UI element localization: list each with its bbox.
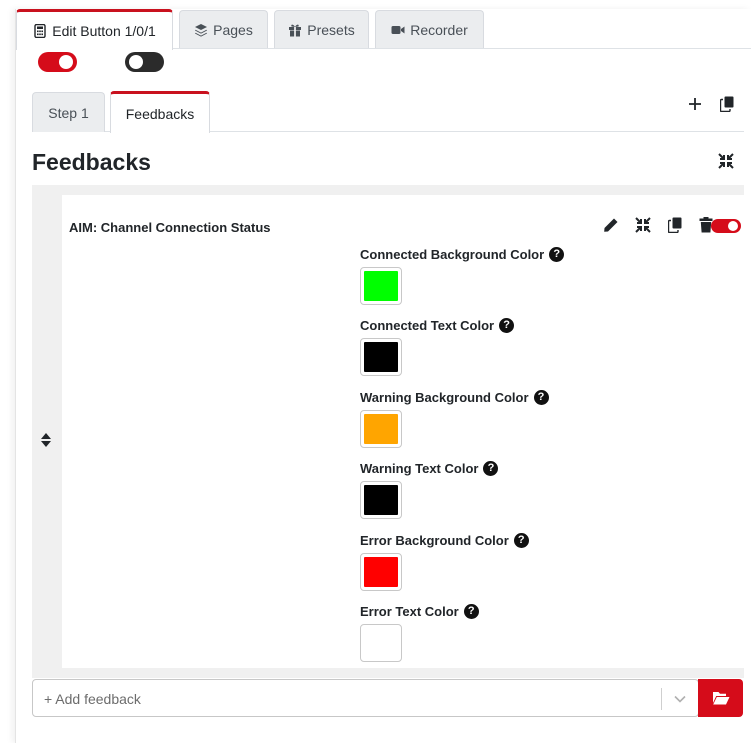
feedback-item: AIM: Channel Connection Status Connected… <box>62 195 744 668</box>
sort-icon[interactable] <box>40 432 52 448</box>
button-latch-toggle[interactable] <box>125 52 164 72</box>
video-camera-icon <box>391 25 405 34</box>
tab-pages-label: Pages <box>213 21 253 38</box>
collapse-all-button[interactable] <box>718 153 734 169</box>
tab-feedbacks[interactable]: Feedbacks <box>110 91 210 133</box>
field-connected-text-color: Connected Text Color? <box>360 317 515 376</box>
compress-icon <box>635 217 651 233</box>
add-feedback-placeholder: + Add feedback <box>44 691 141 707</box>
tab-recorder[interactable]: Recorder <box>375 10 484 48</box>
calculator-icon <box>34 24 46 38</box>
select-divider <box>661 688 662 710</box>
color-swatch <box>364 342 398 372</box>
tab-edit-button[interactable]: Edit Button 1/0/1 <box>16 9 173 50</box>
help-icon[interactable]: ? <box>463 603 479 619</box>
help-icon[interactable]: ? <box>499 317 515 333</box>
color-picker[interactable] <box>360 624 402 662</box>
field-error-background-color: Error Background Color? <box>360 532 529 591</box>
top-tab-bar: Edit Button 1/0/1 Pages Presets Recorder <box>16 9 751 50</box>
toggle-knob <box>129 55 143 69</box>
compress-icon <box>718 153 734 169</box>
tab-edit-button-label: Edit Button 1/0/1 <box>52 23 156 39</box>
copy-icon <box>668 217 682 233</box>
add-step-button[interactable] <box>688 97 702 111</box>
tab-step-1-label: Step 1 <box>48 104 89 121</box>
color-picker[interactable] <box>360 267 402 305</box>
field-warning-text-color: Warning Text Color? <box>360 460 499 519</box>
layers-icon <box>195 23 208 37</box>
color-picker[interactable] <box>360 481 402 519</box>
toggle-knob <box>728 221 738 231</box>
duplicate-step-button[interactable] <box>720 96 734 112</box>
edit-feedback-button[interactable] <box>603 217 619 233</box>
duplicate-feedback-button[interactable] <box>668 217 682 233</box>
field-label: Connected Background Color <box>360 246 545 262</box>
color-swatch <box>364 271 398 301</box>
field-label: Error Text Color <box>360 603 459 619</box>
tab-pages[interactable]: Pages <box>179 10 268 48</box>
field-label: Warning Background Color <box>360 389 529 405</box>
color-picker[interactable] <box>360 410 402 448</box>
step-tab-bar: Step 1 Feedbacks <box>32 91 744 133</box>
help-icon[interactable]: ? <box>513 532 529 548</box>
plus-icon <box>689 98 701 110</box>
help-icon[interactable]: ? <box>549 246 565 262</box>
color-swatch <box>364 628 398 658</box>
tab-presets-label: Presets <box>307 21 355 38</box>
field-connected-background-color: Connected Background Color? <box>360 246 565 305</box>
help-icon[interactable]: ? <box>533 389 549 405</box>
button-enabled-toggle[interactable] <box>38 52 77 72</box>
tab-recorder-label: Recorder <box>410 21 468 38</box>
button-editor-panel: Edit Button 1/0/1 Pages Presets Recorder… <box>15 9 751 743</box>
field-error-text-color: Error Text Color? <box>360 603 479 662</box>
gift-icon <box>289 24 302 36</box>
field-label: Warning Text Color <box>360 460 479 476</box>
add-feedback-row: + Add feedback <box>32 679 744 717</box>
color-picker[interactable] <box>360 553 402 591</box>
color-swatch <box>364 414 398 444</box>
color-picker[interactable] <box>360 338 402 376</box>
field-label: Connected Text Color <box>360 317 495 333</box>
color-swatch <box>364 557 398 587</box>
browse-feedbacks-button[interactable] <box>698 679 743 717</box>
copy-icon <box>720 96 734 112</box>
tab-step-1[interactable]: Step 1 <box>32 92 105 132</box>
toggle-knob <box>59 55 73 69</box>
section-title: Feedbacks <box>32 149 151 175</box>
field-label: Error Background Color <box>360 532 509 548</box>
feedback-list: AIM: Channel Connection Status Connected… <box>32 185 744 678</box>
feedback-name: AIM: Channel Connection Status <box>69 220 271 235</box>
folder-open-icon <box>712 692 729 705</box>
add-feedback-select[interactable]: + Add feedback <box>32 679 699 717</box>
chevron-down-icon[interactable] <box>673 692 687 706</box>
collapse-feedback-button[interactable] <box>635 217 651 233</box>
tab-presets[interactable]: Presets <box>274 10 369 48</box>
color-swatch <box>364 485 398 515</box>
feedback-enabled-toggle[interactable] <box>711 219 741 233</box>
field-warning-background-color: Warning Background Color? <box>360 389 549 448</box>
help-icon[interactable]: ? <box>483 460 499 476</box>
pencil-icon <box>604 218 618 232</box>
tab-feedbacks-label: Feedbacks <box>125 105 195 122</box>
